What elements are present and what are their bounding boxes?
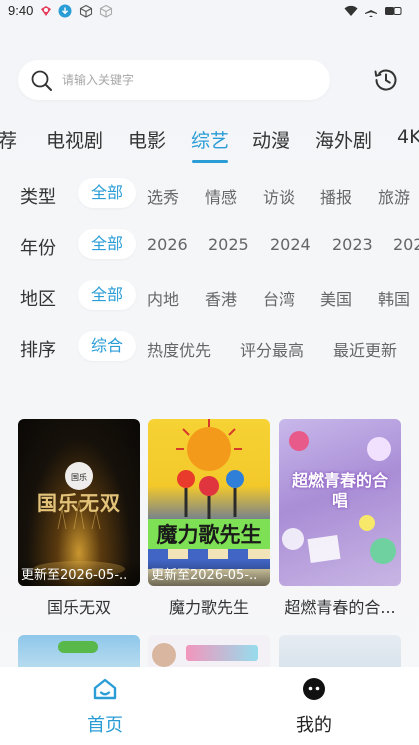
filter-label-region: 地区 (20, 289, 56, 310)
tab-recommended[interactable]: 荐 (0, 126, 17, 153)
battery-icon (385, 7, 402, 15)
nav-home[interactable]: 首页 (65, 677, 145, 737)
category-tabs: 荐 电视剧 电影 综艺 动漫 海外剧 4K (0, 122, 419, 166)
show-title: 超燃青春的合... (284, 598, 396, 617)
filter-option[interactable]: 美国 (320, 286, 352, 310)
filter-option[interactable]: 选秀 (147, 184, 179, 208)
filter-option[interactable]: 2022 (393, 235, 419, 254)
home-icon (93, 678, 117, 700)
show-card-partial[interactable] (279, 635, 401, 669)
show-title: 魔力歌先生 (168, 598, 249, 617)
search-input[interactable] (62, 68, 312, 92)
svg-text:国乐: 国乐 (71, 472, 87, 482)
show-poster: 国乐 国乐无双 更新至2026-05-.. (18, 419, 140, 586)
poster-title-art: 超燃青春的合唱 (291, 471, 388, 510)
status-time: 9:40 (8, 3, 34, 18)
filter-option[interactable]: 热度优先 (147, 337, 211, 361)
nav-profile-label: 我的 (296, 715, 332, 736)
filter-row-region: 地区 全部 内地 香港 台湾 美国 韩国 (0, 279, 419, 315)
search-bar[interactable] (18, 60, 330, 100)
show-poster: 超燃青春的合唱 (279, 419, 401, 586)
update-status: 更新至2026-05-.. (21, 568, 128, 583)
airplane-mode-icon (365, 5, 377, 17)
show-card-partial[interactable] (148, 635, 270, 669)
tab-tv-series[interactable]: 电视剧 (46, 126, 103, 153)
status-bar: 9:40 (0, 0, 419, 26)
filter-option[interactable]: 2023 (332, 235, 373, 254)
update-status: 更新至2026-05-.. (151, 568, 258, 583)
tab-anime[interactable]: 动漫 (252, 126, 290, 153)
filter-label-sort: 排序 (20, 340, 56, 361)
bottom-nav: 首页 我的 (0, 667, 419, 745)
profile-icon (303, 678, 325, 700)
filter-option[interactable]: 旅游 (378, 184, 410, 208)
show-card[interactable]: 国乐 国乐无双 更新至2026-05-.. 国乐无双 (18, 419, 140, 618)
filter-option[interactable]: 评分最高 (240, 337, 304, 361)
filter-option[interactable]: 最近更新 (333, 337, 397, 361)
app-notification-icon (41, 6, 51, 16)
nav-home-label: 首页 (87, 715, 123, 736)
nav-profile[interactable]: 我的 (274, 677, 354, 737)
show-card[interactable]: 超燃青春的合唱 超燃青春的合... (279, 419, 401, 618)
wifi-icon (344, 5, 358, 16)
filter-row-type: 类型 全部 选秀 情感 访谈 播报 旅游 (0, 177, 419, 213)
filter-option[interactable]: 2025 (208, 235, 249, 254)
filter-row-year: 年份 全部 2026 2025 2024 2023 2022 (0, 228, 419, 264)
filter-option[interactable]: 访谈 (263, 184, 295, 208)
cube-notification-icon (79, 4, 93, 18)
filter-row-sort: 排序 综合 热度优先 评分最高 最近更新 (0, 330, 419, 366)
filter-option[interactable]: 内地 (147, 286, 179, 310)
poster-art (58, 641, 98, 653)
active-tab-indicator (192, 160, 228, 163)
tab-overseas[interactable]: 海外剧 (315, 126, 372, 153)
filter-label-year: 年份 (20, 238, 56, 259)
filter-option-all[interactable]: 全部 (78, 229, 136, 259)
filter-option[interactable]: 香港 (205, 286, 237, 310)
tab-variety[interactable]: 综艺 (191, 126, 229, 153)
poster-art (186, 645, 258, 661)
poster-title-art: 魔力歌先生 (148, 519, 270, 549)
filter-option[interactable]: 情感 (205, 184, 237, 208)
filter-option[interactable]: 韩国 (378, 286, 410, 310)
filter-option[interactable]: 播报 (320, 184, 352, 208)
filter-option[interactable]: 2026 (147, 235, 188, 254)
filter-label-type: 类型 (20, 187, 56, 208)
filter-option-all[interactable]: 全部 (78, 178, 136, 208)
show-poster: 魔力歌先生 更新至2026-05-.. (148, 419, 270, 586)
tab-movies[interactable]: 电影 (128, 126, 166, 153)
tab-4k[interactable]: 4K (397, 126, 419, 148)
search-icon (31, 70, 52, 91)
cube-outline-notification-icon (99, 4, 113, 18)
history-icon[interactable] (372, 66, 400, 94)
filter-option-all[interactable]: 全部 (78, 280, 136, 310)
download-notification-icon (58, 4, 72, 18)
show-card-partial[interactable] (18, 635, 140, 669)
show-title: 国乐无双 (46, 598, 111, 617)
poster-art (152, 643, 176, 667)
filter-option-comprehensive[interactable]: 综合 (78, 331, 136, 361)
filter-option[interactable]: 台湾 (263, 286, 295, 310)
filter-option[interactable]: 2024 (270, 235, 311, 254)
show-card[interactable]: 魔力歌先生 更新至2026-05-.. 魔力歌先生 (148, 419, 270, 618)
poster-title-art: 国乐无双 (37, 491, 121, 515)
